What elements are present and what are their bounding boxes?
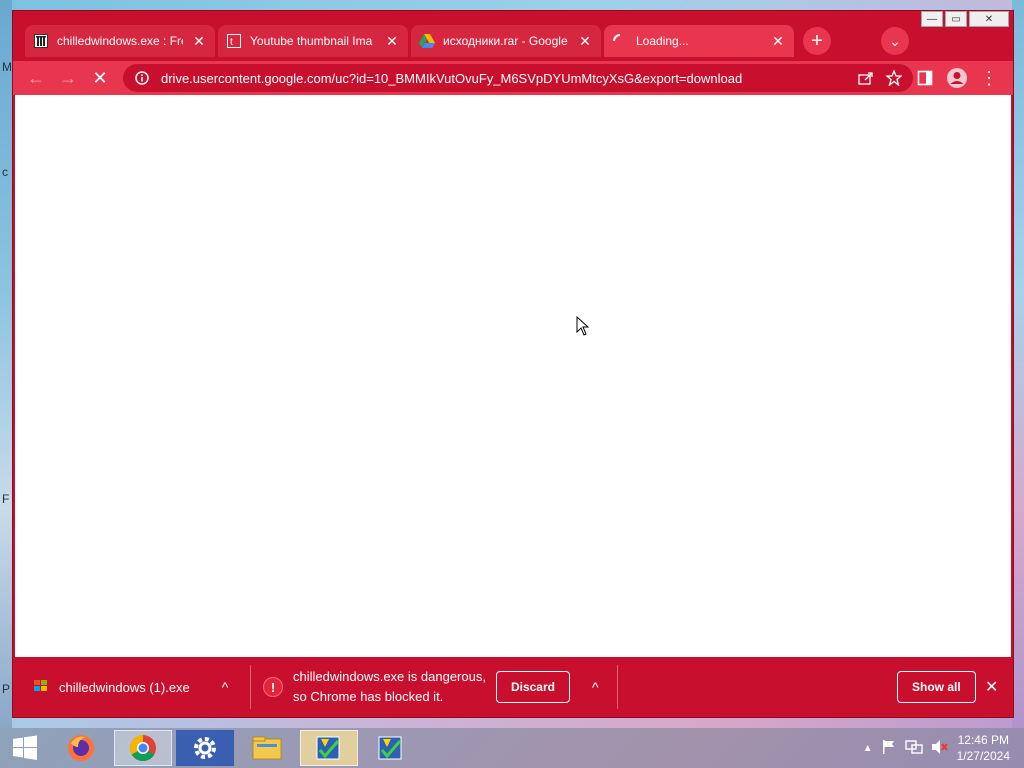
maximize-button[interactable]: ▭ bbox=[945, 11, 967, 27]
address-bar[interactable]: drive.usercontent.google.com/uc?id=10_BM… bbox=[123, 64, 913, 92]
tab-chilledwindows[interactable]: chilledwindows.exe : Fre ✕ bbox=[25, 25, 215, 57]
stop-loading-button[interactable]: ✕ bbox=[87, 65, 113, 91]
danger-warning-icon: ! bbox=[263, 677, 283, 697]
chrome-icon bbox=[129, 734, 156, 762]
page-content[interactable] bbox=[15, 95, 1011, 657]
share-icon[interactable] bbox=[857, 69, 875, 87]
desktop-icon-label: P bbox=[2, 682, 11, 696]
tab-title: Youtube thumbnail Ima bbox=[250, 34, 373, 48]
site-info-icon[interactable] bbox=[133, 69, 151, 87]
tab-close-icon[interactable]: ✕ bbox=[191, 33, 207, 49]
system-tray: ▲ 12:46 PM 1/27/2024 bbox=[863, 728, 1024, 768]
volume-muted-icon[interactable] bbox=[931, 739, 949, 758]
mouse-cursor-icon bbox=[576, 315, 590, 341]
danger-options-chevron-icon[interactable]: ^ bbox=[592, 679, 599, 695]
flag-notification-icon[interactable] bbox=[881, 739, 897, 758]
download-bar: chilledwindows (1).exe ^ ! chilledwindow… bbox=[13, 657, 1013, 717]
danger-message: chilledwindows.exe is dangerous, so Chro… bbox=[293, 667, 486, 707]
discard-button[interactable]: Discard bbox=[495, 671, 570, 703]
google-drive-icon bbox=[419, 33, 435, 49]
tab-close-icon[interactable]: ✕ bbox=[577, 33, 593, 49]
back-button[interactable]: ← bbox=[23, 65, 49, 91]
network-icon[interactable] bbox=[904, 739, 923, 758]
window-controls: — ▭ ✕ bbox=[921, 11, 1009, 27]
dangerous-download-item: ! chilledwindows.exe is dangerous, so Ch… bbox=[263, 657, 599, 717]
tab-close-icon[interactable]: ✕ bbox=[770, 33, 786, 49]
archive-icon bbox=[33, 33, 49, 49]
clock[interactable]: 12:46 PM 1/27/2024 bbox=[957, 732, 1010, 764]
tab-title: Loading... bbox=[636, 34, 689, 48]
menu-kebab-icon[interactable]: ⋮ bbox=[977, 66, 1001, 90]
firefox-taskbar-button[interactable] bbox=[52, 730, 110, 766]
show-hidden-icons-icon[interactable]: ▲ bbox=[863, 743, 873, 754]
start-button[interactable] bbox=[0, 730, 50, 766]
checklist-app-icon bbox=[378, 736, 402, 760]
forward-button[interactable]: → bbox=[55, 65, 81, 91]
bookmark-star-icon[interactable] bbox=[885, 69, 903, 87]
checklist-app-icon bbox=[316, 736, 340, 760]
chrome-window: chilledwindows.exe : Fre ✕ t Youtube thu… bbox=[12, 10, 1014, 718]
tab-title: исходники.rar - Google bbox=[443, 34, 568, 48]
download-item-exe[interactable]: chilledwindows (1).exe ^ bbox=[33, 657, 228, 717]
danger-message-line2: so Chrome has blocked it. bbox=[293, 689, 444, 704]
url-text[interactable]: drive.usercontent.google.com/uc?id=10_BM… bbox=[161, 71, 847, 86]
tab-google-drive[interactable]: исходники.rar - Google ✕ bbox=[411, 25, 601, 57]
settings-taskbar-button[interactable] bbox=[176, 730, 234, 766]
download-options-chevron-icon[interactable]: ^ bbox=[222, 679, 229, 695]
gear-icon bbox=[194, 737, 216, 759]
tab-search-button[interactable]: ⌄ bbox=[881, 27, 909, 55]
windows-file-icon bbox=[33, 678, 49, 697]
divider bbox=[617, 665, 618, 709]
svg-text:t: t bbox=[230, 37, 233, 48]
close-download-bar-icon[interactable]: ✕ bbox=[985, 677, 998, 697]
app-taskbar-button-1[interactable] bbox=[300, 730, 358, 766]
app-taskbar-button-2[interactable] bbox=[362, 730, 420, 766]
desktop-icon-label: F bbox=[2, 492, 10, 506]
file-explorer-taskbar-button[interactable] bbox=[238, 730, 296, 766]
tab-loading[interactable]: Loading... ✕ bbox=[604, 25, 794, 57]
desktop-icon-label: M bbox=[2, 60, 12, 74]
clock-date: 1/27/2024 bbox=[956, 749, 1010, 763]
danger-message-line1: chilledwindows.exe is dangerous, bbox=[293, 669, 486, 684]
desktop-icon-label: c bbox=[2, 165, 8, 179]
tab-title: chilledwindows.exe : Fre bbox=[57, 34, 183, 48]
divider bbox=[250, 665, 251, 709]
side-panel-icon[interactable] bbox=[913, 66, 937, 90]
chrome-taskbar-button[interactable] bbox=[114, 730, 172, 766]
new-tab-button[interactable]: + bbox=[803, 27, 831, 55]
tab-strip: chilledwindows.exe : Fre ✕ t Youtube thu… bbox=[13, 11, 1013, 61]
windows-start-icon bbox=[13, 735, 37, 760]
loading-spinner-icon bbox=[612, 33, 628, 49]
show-all-downloads-button[interactable]: Show all bbox=[897, 671, 976, 703]
taskbar: ▲ 12:46 PM 1/27/2024 bbox=[0, 728, 1024, 768]
clock-time: 12:46 PM bbox=[957, 733, 1009, 747]
firefox-icon bbox=[68, 735, 94, 761]
desktop-left-edge bbox=[0, 0, 12, 728]
download-filename: chilledwindows (1).exe bbox=[59, 679, 190, 695]
tab-close-icon[interactable]: ✕ bbox=[384, 33, 400, 49]
thumbnail-site-icon: t bbox=[226, 33, 242, 49]
profile-avatar-icon[interactable] bbox=[945, 66, 969, 90]
tab-youtube-thumbnail[interactable]: t Youtube thumbnail Ima ✕ bbox=[218, 25, 408, 57]
close-window-button[interactable]: ✕ bbox=[969, 11, 1009, 27]
folder-icon bbox=[252, 736, 282, 760]
minimize-button[interactable]: — bbox=[921, 11, 943, 27]
browser-toolbar: ← → ✕ drive.usercontent.google.com/uc?id… bbox=[13, 61, 1013, 95]
